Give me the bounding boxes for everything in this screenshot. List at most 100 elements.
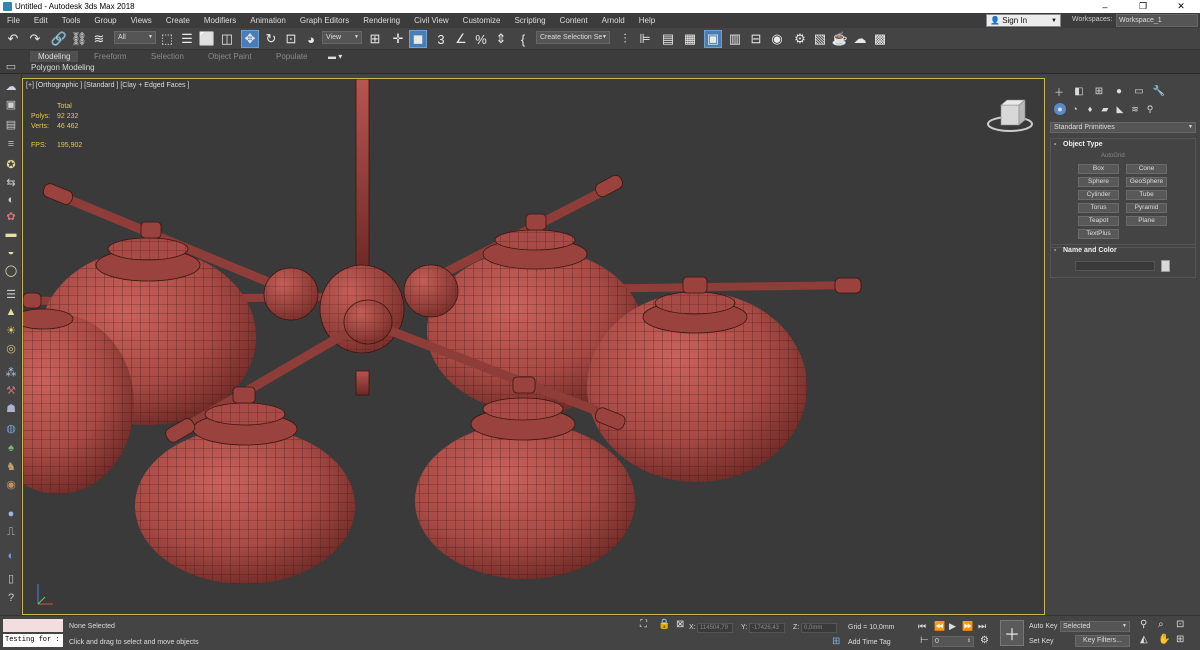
select-and-move-icon[interactable]: ✥ [241,30,259,48]
plane-primitive-icon[interactable]: ◒ [3,244,19,260]
set-key-icon[interactable]: ＋ [1000,620,1024,646]
name-and-color-title[interactable]: Name and Color [1051,245,1195,257]
helpers-icon[interactable]: ◣ [1114,103,1126,115]
stairs-icon[interactable]: ⎍ [3,524,19,540]
select-and-place-icon[interactable]: ◕ [302,30,320,48]
torus-icon[interactable]: ◎ [3,340,19,356]
pyramid-button[interactable]: Pyramid [1126,203,1167,213]
display-tab-icon[interactable]: ▭ [1132,84,1146,98]
menu-customize[interactable]: Customize [456,16,508,25]
spacewarp-icon[interactable]: ✿ [3,208,19,224]
minimize-button[interactable]: – [1086,2,1124,12]
menu-modifiers[interactable]: Modifiers [197,16,243,25]
tab-freeform[interactable]: Freeform [86,51,134,62]
render-in-cloud-icon[interactable]: ☁ [851,30,869,48]
set-key-button[interactable]: Set Key [1027,636,1054,647]
cylinder-button[interactable]: Cylinder [1078,190,1119,200]
primitive-type-select[interactable]: Standard Primitives ▼ [1050,122,1196,133]
play-icon[interactable]: ▶ [949,621,956,632]
sign-in-button[interactable]: 👤 Sign In ▼ [986,14,1061,27]
layer-explorer-icon[interactable]: ▦ [681,30,699,48]
layer-icon[interactable]: ▤ [3,116,19,132]
percent-snap-icon[interactable]: % [472,30,490,48]
pivot-center-icon[interactable]: ⊞ [366,30,384,48]
tube-button[interactable]: Tube [1126,190,1167,200]
menu-views[interactable]: Views [124,16,159,25]
a360-gallery-icon[interactable]: ▩ [871,30,889,48]
maxscript-listener-output[interactable] [3,619,63,632]
field-of-view-icon[interactable]: ◭ [1140,634,1148,645]
undo-icon[interactable]: ↶ [4,30,22,48]
keyboard-shortcut-override-icon[interactable]: ◼ [409,30,427,48]
menu-arnold[interactable]: Arnold [595,16,632,25]
cone-button[interactable]: Cone [1126,164,1167,174]
scene-explorer-icon[interactable]: ▤ [659,30,677,48]
object-name-input[interactable] [1075,261,1155,271]
cylinder-icon[interactable]: ☰ [3,286,19,302]
geometry-icon[interactable]: ● [1054,103,1066,115]
cameras-icon[interactable]: ▰ [1099,103,1111,115]
go-to-end-icon[interactable]: ⏭ [978,621,986,632]
plane-button[interactable]: Plane [1126,216,1167,226]
menu-civil-view[interactable]: Civil View [407,16,456,25]
next-frame-icon[interactable]: ⏩ [962,621,973,632]
absolute-mode-icon[interactable]: ⊠ [676,619,684,630]
help-icon[interactable]: ? [3,590,19,606]
key-mode-icon[interactable]: ⊢ [920,635,929,646]
settings-icon[interactable]: ▯ [3,570,19,586]
render-production-icon[interactable]: ☕ [831,30,849,48]
window-crossing-icon[interactable]: ◫ [218,30,236,48]
isolate-selection-icon[interactable]: ⛶ [640,619,647,630]
x-coordinate-field[interactable]: 114504,79 [697,623,733,633]
angle-snap-icon[interactable]: ∠ [452,30,470,48]
time-tag-icon[interactable]: ⊞ [832,636,840,647]
unlink-icon[interactable]: ⛓ [70,30,88,48]
chandelier-model[interactable] [23,79,1045,615]
menu-tools[interactable]: Tools [55,16,88,25]
light-icon[interactable]: ✪ [3,156,19,172]
select-by-name-icon[interactable]: ☰ [178,30,196,48]
foliage-icon[interactable]: ♠ [3,440,19,456]
modify-tab-icon[interactable]: ◧ [1072,84,1086,98]
restore-button[interactable]: ❐ [1124,1,1162,12]
teapot-button[interactable]: Teapot [1078,216,1119,226]
hierarchy-tab-icon[interactable]: ⊞ [1092,84,1106,98]
particles-icon[interactable]: ⁂ [3,364,19,380]
render-setup-icon[interactable]: ⚙ [791,30,809,48]
key-filter-selected-select[interactable]: Selected ▼ [1060,621,1130,632]
sun-icon[interactable]: ☀ [3,322,19,338]
box-primitive-icon[interactable]: ▬ [3,226,19,242]
viewport-layout-icon[interactable]: ▭ [3,58,19,74]
sphere-shaded-icon[interactable]: ● [3,506,19,522]
utilities-tab-icon[interactable]: 🔧 [1152,84,1166,98]
viewport-menu-icon[interactable]: ☁ [3,78,19,94]
close-button[interactable]: ✕ [1162,1,1200,12]
polygon-modeling-label[interactable]: Polygon Modeling [31,63,95,72]
link-icon[interactable]: 🔗 [50,30,68,48]
globe-icon[interactable]: ◍ [3,420,19,436]
time-configuration-icon[interactable]: ⚙ [980,635,989,646]
maximize-viewport-icon[interactable]: ⊞ [1176,634,1184,645]
menu-create[interactable]: Create [159,16,197,25]
tab-object-paint[interactable]: Object Paint [200,51,260,62]
helpers-icon[interactable]: ◐ [3,192,19,208]
named-selection-select[interactable]: Create Selection Se ▼ [536,31,610,44]
zoom-all-icon[interactable]: ⌕ [1158,619,1164,630]
bones-icon[interactable]: ⚒ [3,382,19,398]
previous-frame-icon[interactable]: ⏪ [934,621,945,632]
walls-icon[interactable]: ◉ [3,476,19,492]
edit-named-selection-icon[interactable]: { [514,30,532,48]
menu-rendering[interactable]: Rendering [356,16,407,25]
pan-icon[interactable]: ✋ [1158,634,1170,645]
tab-modeling[interactable]: Modeling [30,51,79,62]
lock-selection-icon[interactable]: 🔒 [658,619,670,630]
schematic-view-icon[interactable]: ⊟ [747,30,765,48]
snapshot-icon[interactable]: ◐ [3,548,19,564]
y-coordinate-field[interactable]: -17426,43 [749,623,785,633]
align-icon[interactable]: ⊫ [636,30,654,48]
sphere-button[interactable]: Sphere [1078,177,1119,187]
list-icon[interactable]: ≡ [3,136,19,152]
menu-scripting[interactable]: Scripting [507,16,552,25]
zoom-icon[interactable]: ⚲ [1140,619,1147,630]
biped-icon[interactable]: ☗ [3,400,19,416]
